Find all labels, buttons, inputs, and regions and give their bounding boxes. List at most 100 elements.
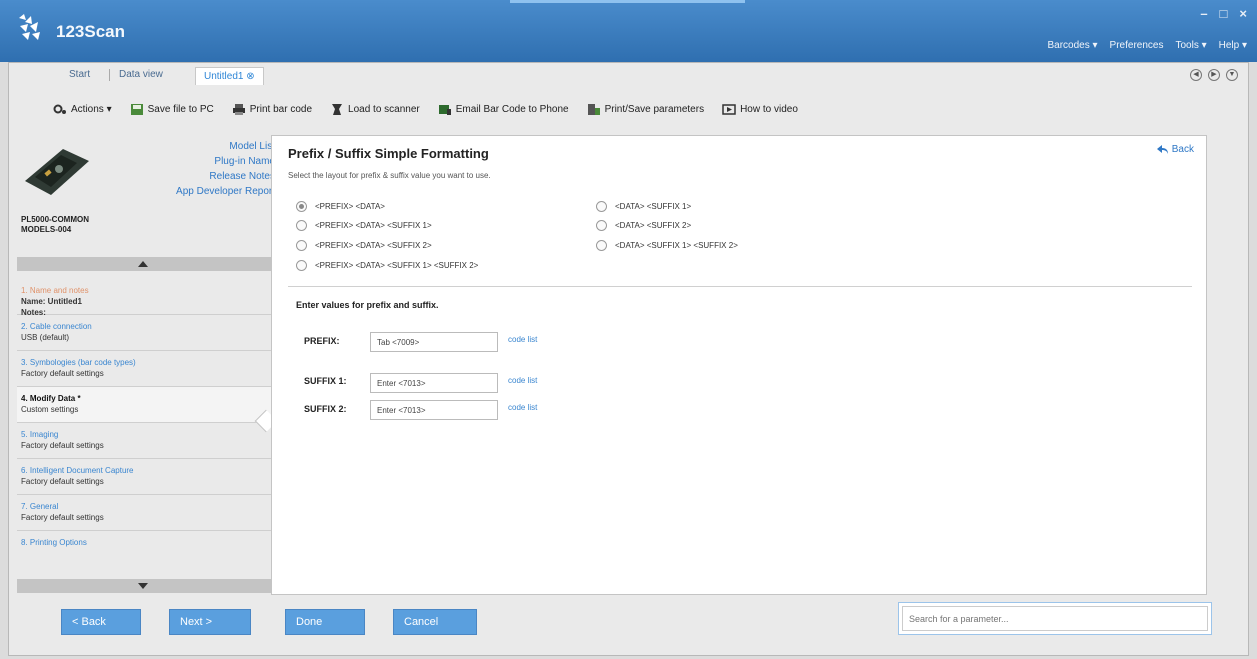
title-highlight	[510, 0, 745, 3]
radio-button[interactable]	[296, 240, 307, 251]
how-to-video-button[interactable]: How to video	[722, 103, 798, 116]
phone-barcode-icon	[438, 104, 451, 115]
chevron-down-icon	[138, 583, 148, 589]
option-label: <PREFIX> <DATA> <SUFFIX 1> <SUFFIX 2>	[315, 261, 479, 270]
load-scanner-label: Load to scanner	[348, 103, 420, 115]
step-cable-connection[interactable]: 2. Cable connection USB (default)	[17, 315, 273, 351]
plugin-name-link[interactable]: Plug-in Name	[176, 154, 275, 169]
app-title: 123Scan	[56, 22, 125, 41]
model-name: PL5000-COMMON MODELS-004	[21, 215, 89, 235]
scanner-device-image	[25, 149, 89, 195]
nav-prev-icon[interactable]: ◀	[1190, 69, 1202, 81]
menu-help[interactable]: Help ▾	[1219, 40, 1247, 51]
tab-data-view[interactable]: Data view	[119, 69, 163, 80]
model-line-2: MODELS-004	[21, 225, 72, 234]
actions-button[interactable]: Actions ▾	[53, 103, 112, 116]
option-label: <DATA> <SUFFIX 1>	[615, 202, 692, 211]
save-file-label: Save file to PC	[147, 103, 214, 115]
prefix-code-list-link[interactable]: code list	[508, 335, 537, 344]
nav-next-icon[interactable]: ▶	[1208, 69, 1220, 81]
suffix2-input[interactable]	[370, 400, 498, 420]
radio-button[interactable]	[596, 220, 607, 231]
step-title: 1. Name and notes	[21, 286, 89, 295]
radio-button[interactable]	[596, 240, 607, 251]
save-file-button[interactable]: Save file to PC	[130, 103, 214, 116]
step-title: 6. Intelligent Document Capture	[21, 466, 134, 475]
content-panel: Prefix / Suffix Simple Formatting Back S…	[271, 135, 1207, 595]
radio-button[interactable]	[296, 220, 307, 231]
values-heading: Enter values for prefix and suffix.	[296, 300, 439, 310]
menu-preferences[interactable]: Preferences	[1110, 40, 1164, 51]
step-intelligent-document-capture[interactable]: 6. Intelligent Document Capture Factory …	[17, 459, 273, 495]
option-label: <PREFIX> <DATA> <SUFFIX 1>	[315, 221, 432, 230]
video-icon	[722, 103, 736, 115]
menu-tools[interactable]: Tools ▾	[1175, 40, 1206, 51]
print-save-params-label: Print/Save parameters	[604, 103, 705, 115]
app-developer-report-link[interactable]: App Developer Report	[176, 184, 275, 199]
step-printing-options[interactable]: 8. Printing Options	[17, 531, 273, 549]
instruction-text: Select the layout for prefix & suffix va…	[288, 171, 491, 180]
section-divider	[288, 286, 1192, 287]
printer-icon	[232, 103, 245, 115]
step-modify-data[interactable]: 4. Modify Data * Custom settings	[17, 387, 273, 423]
nav-menu-icon[interactable]: ▼	[1226, 69, 1238, 81]
step-title: 3. Symbologies (bar code types)	[21, 358, 136, 367]
back-button[interactable]: < Back	[61, 609, 141, 635]
radio-button[interactable]	[296, 201, 307, 212]
print-save-params-button[interactable]: Print/Save parameters	[587, 103, 705, 116]
radio-button[interactable]	[596, 201, 607, 212]
step-subtitle: Factory default settings	[21, 369, 104, 378]
suffix1-label: SUFFIX 1:	[304, 376, 347, 386]
option-data-suffix2[interactable]: <DATA> <SUFFIX 2>	[596, 220, 691, 231]
radio-button[interactable]	[296, 260, 307, 271]
scroll-down-button[interactable]	[17, 579, 273, 593]
step-title: 5. Imaging	[21, 430, 59, 439]
prefix-input[interactable]	[370, 332, 498, 352]
email-barcode-button[interactable]: Email Bar Code to Phone	[438, 103, 569, 116]
main-window: Start Data view Untitled1 ⊗ ◀ ▶ ▼ Action…	[8, 62, 1249, 656]
step-general[interactable]: 7. General Factory default settings	[17, 495, 273, 531]
left-panel: Model List Plug-in Name Release Notes Ap…	[17, 135, 275, 595]
scroll-up-button[interactable]	[17, 257, 273, 271]
back-link[interactable]: Back	[1156, 144, 1194, 155]
zebra-logo-icon	[19, 14, 40, 40]
suffix2-label: SUFFIX 2:	[304, 404, 347, 414]
option-prefix-data[interactable]: <PREFIX> <DATA>	[296, 201, 385, 212]
suffix1-input[interactable]	[370, 373, 498, 393]
tab-untitled1[interactable]: Untitled1 ⊗	[195, 67, 264, 85]
suffix2-code-list-link[interactable]: code list	[508, 403, 537, 412]
option-label: <PREFIX> <DATA> <SUFFIX 2>	[315, 241, 432, 250]
menu-barcodes[interactable]: Barcodes ▾	[1048, 40, 1098, 51]
option-prefix-data-suffix2[interactable]: <PREFIX> <DATA> <SUFFIX 2>	[296, 240, 432, 251]
step-title: 4. Modify Data *	[21, 394, 81, 403]
back-arrow-icon	[1156, 144, 1168, 154]
actions-label: Actions ▾	[71, 103, 112, 115]
page-title: Prefix / Suffix Simple Formatting	[288, 146, 489, 161]
option-data-suffix1[interactable]: <DATA> <SUFFIX 1>	[596, 201, 691, 212]
model-list-link[interactable]: Model List	[176, 139, 275, 154]
load-scanner-button[interactable]: Load to scanner	[330, 103, 420, 116]
maximize-icon[interactable]: □	[1220, 6, 1228, 21]
close-icon[interactable]: ×	[1239, 6, 1247, 21]
step-subtitle: Factory default settings	[21, 513, 104, 522]
tab-bar: Start Data view Untitled1 ⊗ ◀ ▶ ▼	[9, 63, 1248, 87]
option-data-suffix1-suffix2[interactable]: <DATA> <SUFFIX 1> <SUFFIX 2>	[596, 240, 738, 251]
step-symbologies[interactable]: 3. Symbologies (bar code types) Factory …	[17, 351, 273, 387]
gear-icon	[53, 104, 66, 114]
minimize-icon[interactable]: –	[1200, 6, 1207, 21]
next-button[interactable]: Next >	[169, 609, 251, 635]
chevron-up-icon	[138, 261, 148, 267]
option-prefix-data-suffix1-suffix2[interactable]: <PREFIX> <DATA> <SUFFIX 1> <SUFFIX 2>	[296, 260, 478, 271]
step-name-and-notes[interactable]: 1. Name and notes Name: Untitled1 Notes:	[17, 279, 273, 317]
option-prefix-data-suffix1[interactable]: <PREFIX> <DATA> <SUFFIX 1>	[296, 220, 432, 231]
release-notes-link[interactable]: Release Notes	[176, 169, 275, 184]
search-input[interactable]	[902, 606, 1208, 631]
cancel-button[interactable]: Cancel	[393, 609, 477, 635]
prefix-label: PREFIX:	[304, 336, 340, 346]
tab-start[interactable]: Start	[69, 69, 90, 80]
print-barcode-button[interactable]: Print bar code	[232, 103, 312, 116]
step-imaging[interactable]: 5. Imaging Factory default settings	[17, 423, 273, 459]
suffix1-code-list-link[interactable]: code list	[508, 376, 537, 385]
done-button[interactable]: Done	[285, 609, 365, 635]
option-label: <DATA> <SUFFIX 2>	[615, 221, 692, 230]
